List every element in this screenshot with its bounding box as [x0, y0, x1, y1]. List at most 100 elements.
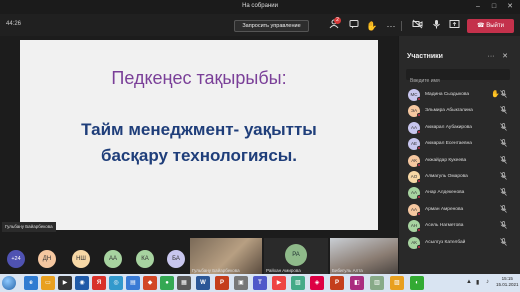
status-dot	[417, 129, 421, 134]
app-icon[interactable]: ◆	[143, 276, 157, 290]
participant-avatar[interactable]: БА	[167, 250, 185, 268]
explorer-app-icon[interactable]: e	[24, 276, 38, 290]
participant-avatar[interactable]: НШ	[72, 250, 90, 268]
video-tile-name: Бибигуль Алта	[332, 268, 363, 273]
participant-item[interactable]: АО Алмагуль Омарова	[399, 169, 520, 185]
participant-item[interactable]: АА Анар Алдекенова	[399, 185, 520, 201]
app-icon[interactable]: ▦	[177, 276, 191, 290]
yandex-app-icon[interactable]: Я	[92, 276, 106, 290]
participant-name: Арман Амренова	[425, 206, 464, 212]
more-options-icon[interactable]: ···	[384, 19, 398, 33]
more-participants-badge[interactable]: +24	[7, 250, 25, 268]
microphone-muted-icon[interactable]	[500, 172, 507, 182]
chrome-app-icon[interactable]: ●	[160, 276, 174, 290]
powerpoint-app-icon[interactable]: P	[215, 276, 229, 290]
app-icon[interactable]: ▨	[390, 276, 404, 290]
microphone-icon[interactable]	[429, 19, 443, 33]
leave-button[interactable]: ☎ Выйти	[467, 19, 514, 33]
windows-taskbar: e ▭ ▶ ◉ Я ◎ ▤ ◆ ● ▦ W P ▣ T ▶ ▧ ◈ P ◧ ▥ …	[0, 274, 520, 292]
participant-list: МС Мадина Сыздыкова ✋ ЭА Эльмира Абыкгалина А…	[399, 87, 520, 251]
app-icon[interactable]: ◧	[350, 276, 364, 290]
microphone-muted-icon[interactable]	[500, 122, 507, 133]
microphone-muted-icon[interactable]	[500, 106, 507, 116]
volume-icon[interactable]: ♪	[486, 279, 489, 285]
word-app-icon[interactable]: W	[196, 276, 210, 290]
video-tile[interactable]: РА Райхан Амирова	[264, 238, 328, 274]
system-clock[interactable]: 15:15 15.01.2021	[496, 276, 519, 288]
clock-date: 15.01.2021	[496, 282, 519, 287]
share-screen-icon[interactable]	[447, 19, 461, 33]
participant-item[interactable]: МС Мадина Сыздыкова ✋	[399, 87, 520, 103]
status-dot	[417, 228, 421, 233]
slide-body: Тайм менеджмент- уақытты басқару техноло…	[20, 117, 378, 169]
close-panel-icon[interactable]: ✕	[500, 52, 510, 62]
app-icon[interactable]: ▶	[272, 276, 286, 290]
minimize-icon[interactable]: –	[472, 2, 484, 12]
microphone-muted-icon[interactable]	[500, 204, 507, 215]
participant-item[interactable]: АК Акжайдар Кукеева	[399, 153, 520, 169]
participant-item[interactable]: АА Акмарал Аубакирова	[399, 120, 520, 136]
leave-label: Выйти	[486, 23, 504, 29]
meeting-toolbar: 44:26 Запросить управление 2 ✋ ··· ☎ Вый…	[0, 14, 520, 36]
microphone-muted-icon[interactable]	[500, 90, 507, 100]
participant-search-input[interactable]	[406, 75, 510, 87]
participant-name: Акмарал Аубакирова	[425, 124, 472, 130]
app-icon[interactable]: ◐	[410, 276, 424, 290]
toolbar-divider	[401, 21, 402, 31]
participant-item[interactable]: АК Асылгуз Кателбай	[399, 235, 520, 251]
participant-name: Анар Алдекенова	[425, 190, 465, 196]
presenter-name-label: Гульбану Байарбекова	[2, 222, 56, 232]
participant-avatar[interactable]: КА	[136, 250, 154, 268]
tray-arrow-icon[interactable]: ▲	[466, 279, 472, 285]
meeting-timer: 44:26	[6, 21, 22, 27]
microphone-muted-icon[interactable]	[500, 237, 507, 248]
participant-name: Эльмира Абыкгалина	[425, 108, 473, 114]
participant-name: Алмагуль Омарова	[425, 173, 468, 179]
camera-off-icon[interactable]	[410, 19, 424, 33]
teams-app-icon[interactable]: T	[253, 276, 267, 290]
raised-hand-icon: ✋	[491, 91, 500, 98]
camera-app-icon[interactable]: ◉	[75, 276, 89, 290]
status-dot	[417, 178, 421, 183]
media-app-icon[interactable]: ▶	[58, 276, 72, 290]
participant-search[interactable]	[406, 69, 510, 87]
slide-title: Педкеңес тақырыбы:	[111, 68, 287, 88]
participant-name: Мадина Сыздыкова	[425, 92, 470, 97]
app-icon[interactable]: ▤	[126, 276, 140, 290]
shared-slide: Педкеңес тақырыбы: Тайм менеджмент- уақы…	[20, 40, 378, 230]
participant-item[interactable]: АЕ Акмарал Есентаевна	[399, 136, 520, 152]
raise-hand-icon[interactable]: ✋	[365, 19, 379, 33]
chat-icon[interactable]	[347, 19, 361, 33]
app-icon[interactable]: ▣	[234, 276, 248, 290]
browser-app-icon[interactable]: ◎	[109, 276, 123, 290]
microphone-muted-icon[interactable]	[500, 188, 507, 198]
participant-avatar[interactable]: ДН	[38, 250, 56, 268]
close-icon[interactable]: ✕	[504, 2, 516, 12]
network-icon[interactable]: ▮	[476, 279, 479, 286]
app-icon[interactable]: ◈	[310, 276, 324, 290]
app-icon[interactable]: ▥	[370, 276, 384, 290]
app-icon[interactable]: ▧	[291, 276, 305, 290]
microphone-muted-icon[interactable]	[500, 155, 507, 166]
more-options-icon[interactable]: ···	[486, 52, 496, 62]
participants-badge: 2	[334, 17, 341, 24]
status-dot	[417, 97, 421, 101]
folder-app-icon[interactable]: ▭	[41, 276, 55, 290]
video-tile[interactable]: Гульбану Байарбекова	[190, 238, 262, 274]
request-control-button[interactable]: Запросить управление	[234, 20, 309, 32]
video-tile[interactable]: Бибигуль Алта	[330, 238, 398, 274]
title-bar: На собрании – □ ✕	[0, 0, 520, 14]
participant-avatar[interactable]: АА	[104, 250, 122, 268]
maximize-icon[interactable]: □	[488, 2, 500, 12]
microphone-muted-icon[interactable]	[500, 221, 507, 231]
powerpoint-app-icon[interactable]: P	[330, 276, 344, 290]
participant-name: Акмарал Есентаевна	[425, 141, 472, 147]
video-tile-avatar: РА	[285, 244, 307, 266]
meeting-stage: Педкеңес тақырыбы: Тайм менеджмент- уақы…	[0, 36, 398, 274]
participant-item[interactable]: АА Арман Амренова	[399, 202, 520, 218]
start-button[interactable]	[2, 276, 16, 290]
slide-body-line-1: Тайм менеджмент- уақытты	[81, 120, 317, 139]
microphone-muted-icon[interactable]	[500, 139, 507, 149]
participant-item[interactable]: АН Асель Нагметова	[399, 218, 520, 234]
participant-item[interactable]: ЭА Эльмира Абыкгалина	[399, 103, 520, 119]
